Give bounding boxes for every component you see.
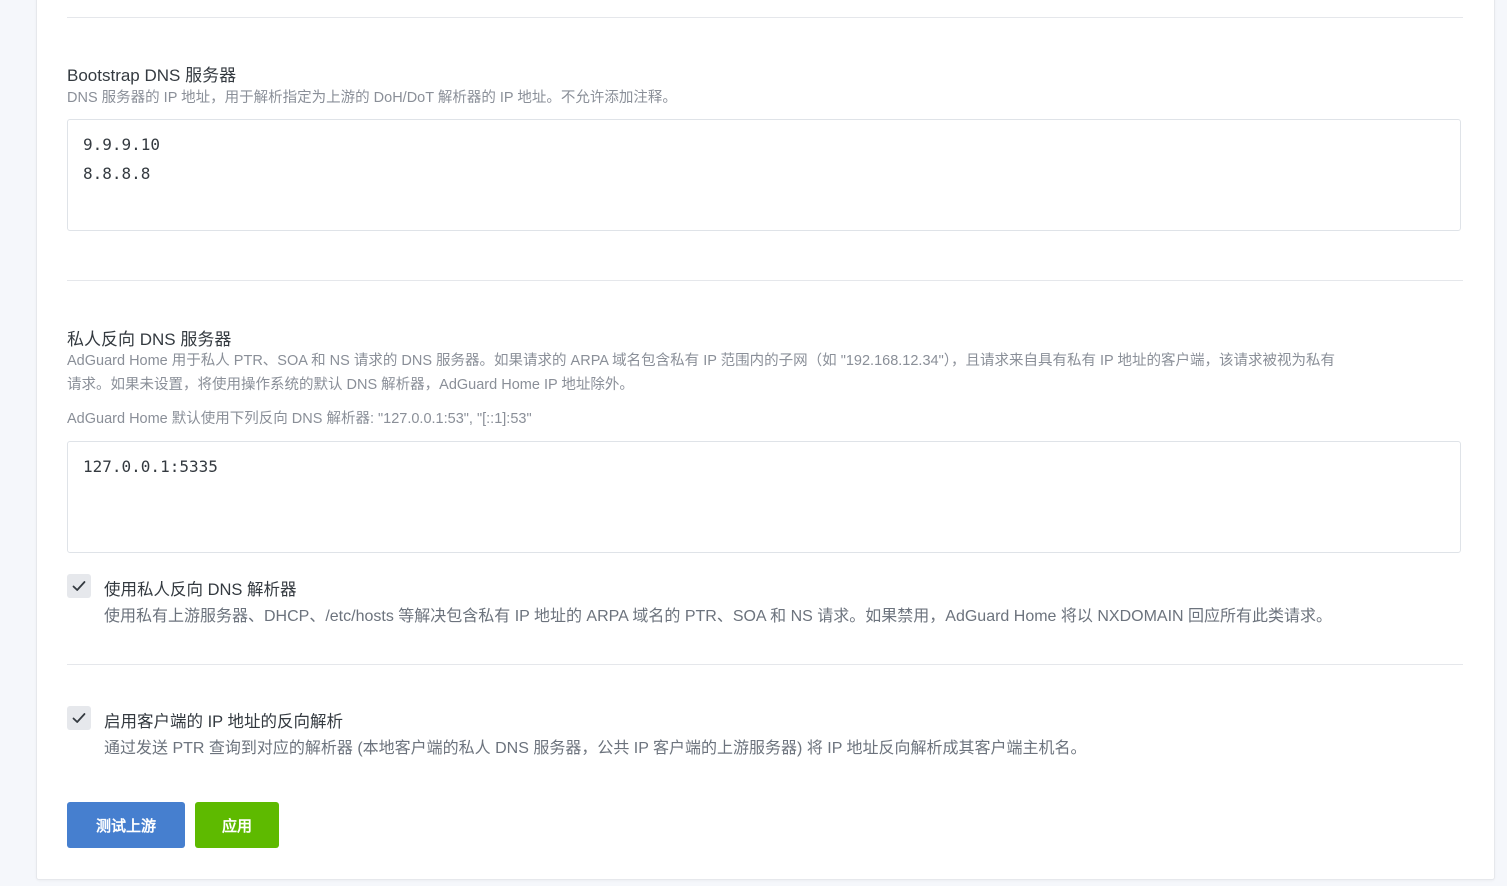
divider bbox=[67, 17, 1463, 18]
enable-rdns-description: 通过发送 PTR 查询到对应的解析器 (本地客户端的私人 DNS 服务器，公共 … bbox=[104, 740, 1087, 757]
apply-button[interactable]: 应用 bbox=[195, 802, 279, 848]
enable-rdns-checkbox[interactable] bbox=[67, 706, 91, 730]
bootstrap-dns-title: Bootstrap DNS 服务器 bbox=[67, 66, 237, 85]
enable-rdns-label: 启用客户端的 IP 地址的反向解析 bbox=[104, 713, 343, 731]
private-reverse-dns-textarea[interactable]: 127.0.0.1:5335 bbox=[67, 441, 1461, 553]
use-private-resolvers-label: 使用私人反向 DNS 解析器 bbox=[104, 581, 297, 599]
bootstrap-dns-server-line: 8.8.8.8 bbox=[83, 164, 151, 183]
use-private-resolvers-description: 使用私有上游服务器、DHCP、/etc/hosts 等解决包含私有 IP 地址的… bbox=[104, 608, 1333, 625]
private-reverse-dns-default-note: AdGuard Home 默认使用下列反向 DNS 解析器: "127.0.0.… bbox=[67, 411, 532, 427]
private-reverse-dns-title: 私人反向 DNS 服务器 bbox=[67, 330, 232, 349]
divider bbox=[67, 664, 1463, 665]
divider bbox=[67, 280, 1463, 281]
private-reverse-dns-description-cont: 请求。如果未设置，将使用操作系统的默认 DNS 解析器，AdGuard Home… bbox=[67, 377, 634, 393]
bootstrap-dns-description: DNS 服务器的 IP 地址，用于解析指定为上游的 DoH/DoT 解析器的 I… bbox=[67, 90, 677, 106]
use-private-resolvers-checkbox[interactable] bbox=[67, 574, 91, 598]
test-upstreams-button[interactable]: 测试上游 bbox=[67, 802, 185, 848]
check-icon bbox=[72, 581, 86, 591]
bootstrap-dns-textarea[interactable]: 9.9.9.10 8.8.8.8 bbox=[67, 119, 1461, 231]
private-reverse-dns-description: AdGuard Home 用于私人 PTR、SOA 和 NS 请求的 DNS 服… bbox=[67, 353, 1335, 369]
check-icon bbox=[72, 713, 86, 723]
private-reverse-dns-server-line: 127.0.0.1:5335 bbox=[83, 457, 218, 476]
bootstrap-dns-server-line: 9.9.9.10 bbox=[83, 135, 161, 154]
